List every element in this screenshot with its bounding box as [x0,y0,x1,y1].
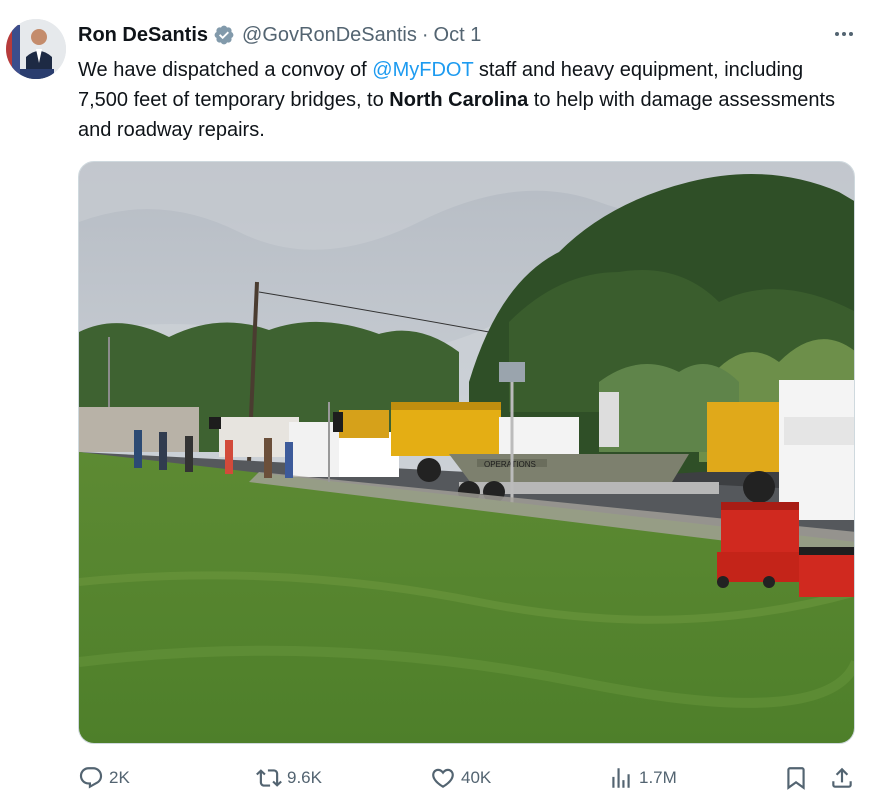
share-button[interactable] [829,760,855,796]
more-icon[interactable] [832,24,856,44]
like-icon [432,768,454,788]
like-count: 40K [461,768,492,787]
reply-button[interactable]: 2K [78,760,130,796]
mention-link[interactable]: @MyFDOT [372,59,473,81]
boat-hull-text: OPERATIONS [484,460,536,469]
verified-badge-icon [214,25,234,45]
tweet-text-part: We have dispatched a convoy of [78,59,373,81]
action-bar: 2K 9.6K 40K 1.7M [78,760,858,796]
repost-count: 9.6K [287,768,322,787]
tweet-photo[interactable]: OPERATIONS [78,161,855,744]
reply-icon [79,767,103,789]
author-name[interactable]: Ron DeSantis [78,24,208,47]
bookmark-icon [787,767,805,790]
share-icon [832,767,852,788]
tweet-text: We have dispatched a convoy of @MyFDOT s… [78,55,858,145]
views-icon [612,768,630,788]
author-handle[interactable]: @GovRonDeSantis [242,24,417,47]
reply-count: 2K [109,768,130,787]
tweet[interactable]: Ron DeSantis @GovRonDeSantis · Oct 1 We … [0,0,878,812]
location-text: North Carolina [389,89,529,111]
separator-dot: · [421,23,429,46]
repost-button[interactable]: 9.6K [256,760,322,796]
like-button[interactable]: 40K [430,760,491,796]
views-count: 1.7M [639,768,677,787]
avatar[interactable] [6,19,66,79]
repost-icon [256,769,282,787]
bookmark-button[interactable] [783,760,809,796]
views-button[interactable]: 1.7M [608,760,677,796]
tweet-header: Ron DeSantis @GovRonDeSantis · Oct 1 [78,22,481,48]
timestamp[interactable]: Oct 1 [434,24,482,47]
